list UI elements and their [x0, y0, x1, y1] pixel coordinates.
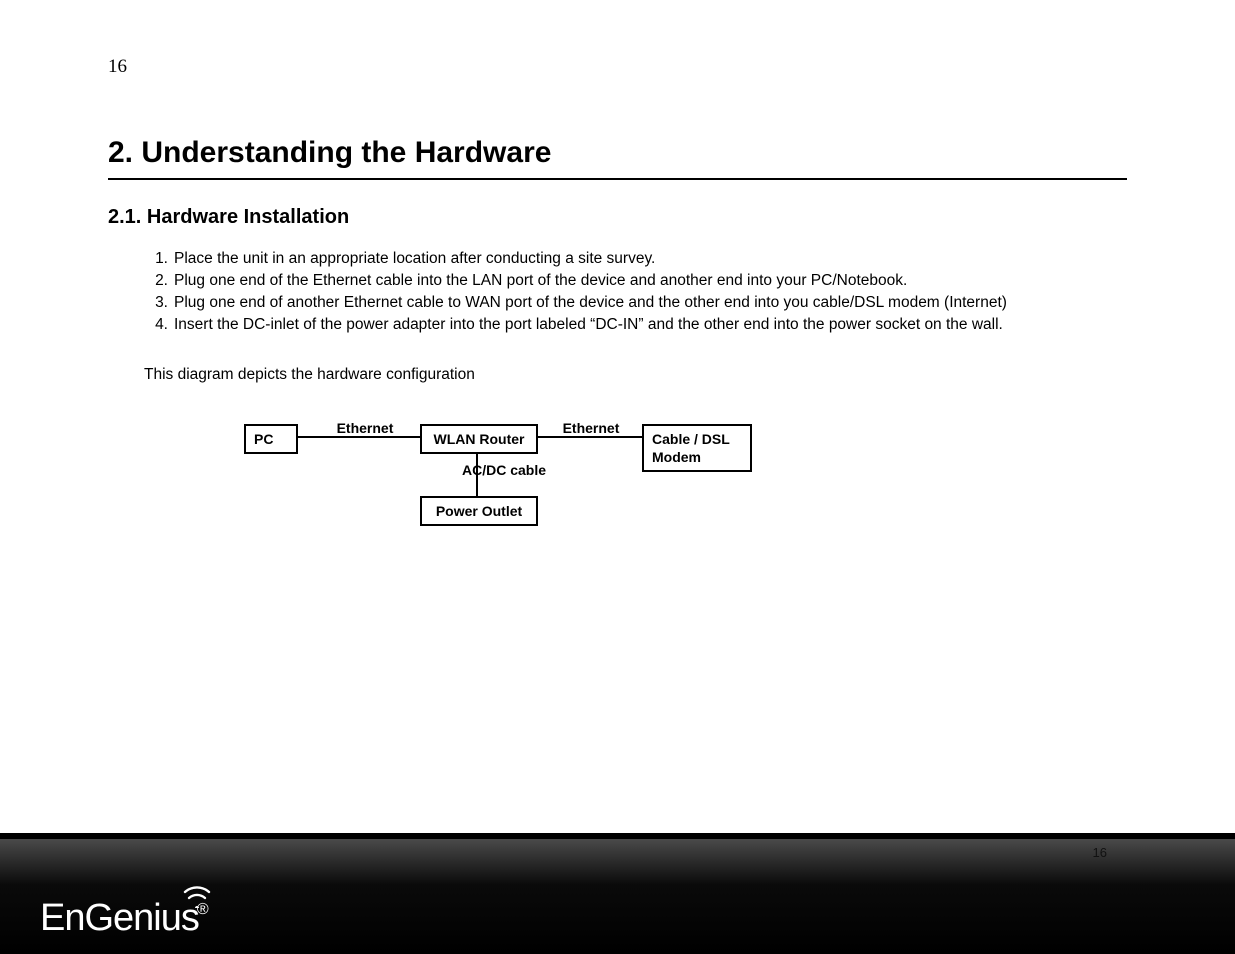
- list-item: 1. Place the unit in an appropriate loca…: [144, 249, 1127, 270]
- brand-name: EnGenius: [40, 897, 199, 939]
- diagram-box-pc: PC: [244, 424, 298, 454]
- step-text: Plug one end of the Ethernet cable into …: [174, 272, 907, 289]
- diagram-connector: [298, 436, 422, 438]
- footer-page-number: 16: [1093, 845, 1107, 860]
- diagram-box-modem: Cable / DSL Modem: [642, 424, 752, 472]
- step-number: 4.: [144, 315, 168, 336]
- step-text: Plug one end of another Ethernet cable t…: [174, 294, 1007, 311]
- step-number: 3.: [144, 293, 168, 314]
- document-page: 16 2. Understanding the Hardware 2.1. Ha…: [0, 0, 1235, 564]
- list-item: 4. Insert the DC-inlet of the power adap…: [144, 315, 1127, 336]
- list-item: 2. Plug one end of the Ethernet cable in…: [144, 271, 1127, 292]
- diagram-connector: [538, 436, 642, 438]
- page-title: 2. Understanding the Hardware: [108, 136, 1127, 180]
- page-footer: 16 EnGenius®: [0, 833, 1235, 954]
- diagram-label-ethernet: Ethernet: [546, 420, 636, 436]
- footer-body: 16 EnGenius®: [0, 839, 1235, 954]
- step-text: Insert the DC-inlet of the power adapter…: [174, 316, 1003, 333]
- step-text: Place the unit in an appropriate locatio…: [174, 250, 655, 267]
- header-page-number: 16: [108, 56, 1127, 78]
- step-number: 1.: [144, 249, 168, 270]
- diagram-label-ethernet: Ethernet: [310, 420, 420, 436]
- diagram-label-acdc: AC/DC cable: [462, 462, 572, 478]
- installation-steps-list: 1. Place the unit in an appropriate loca…: [108, 249, 1127, 336]
- diagram-box-power: Power Outlet: [420, 496, 538, 526]
- registered-icon: ®: [197, 901, 208, 918]
- brand-logo: EnGenius®: [40, 897, 210, 940]
- step-number: 2.: [144, 271, 168, 292]
- diagram-box-router: WLAN Router: [420, 424, 538, 454]
- list-item: 3. Plug one end of another Ethernet cabl…: [144, 293, 1127, 314]
- section-subtitle: 2.1. Hardware Installation: [108, 206, 1127, 229]
- diagram-caption: This diagram depicts the hardware config…: [144, 366, 1127, 384]
- hardware-diagram: PC WLAN Router Cable / DSL Modem Power O…: [244, 424, 804, 564]
